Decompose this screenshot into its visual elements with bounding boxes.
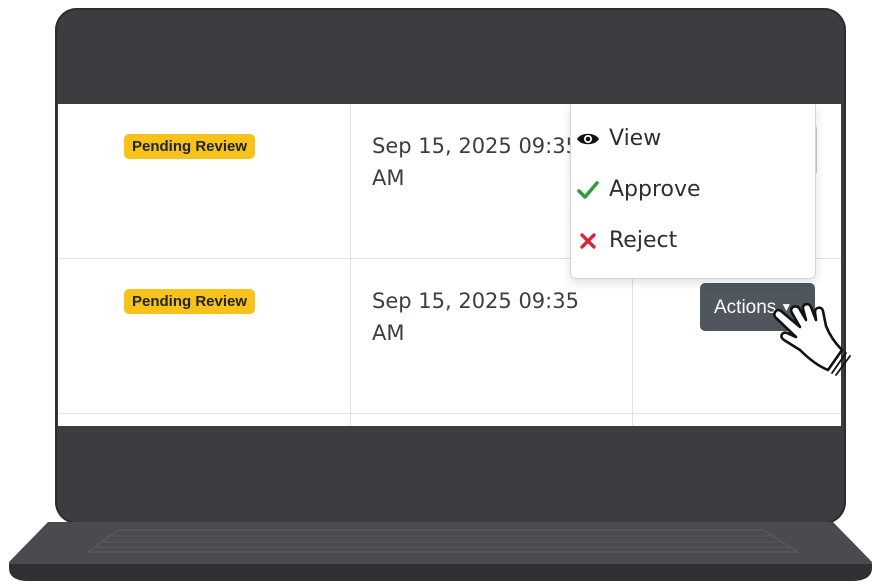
actions-button-label: Actions <box>714 297 777 318</box>
laptop-base <box>8 520 873 582</box>
check-icon <box>575 170 601 210</box>
screen: Pending Review Sep 15, 2025 09:35 AM Pen… <box>58 104 841 426</box>
actions-dropdown-menu: View Approve Reject <box>570 104 816 279</box>
column-divider <box>350 414 351 426</box>
status-badge: Pending Review <box>124 134 256 159</box>
menu-item-view[interactable]: View <box>577 119 809 159</box>
time-text: AM <box>372 321 405 345</box>
status-badge: Pending Review <box>124 289 256 314</box>
table-row <box>58 414 841 426</box>
date-text: Sep 15, 2025 09:35 <box>372 289 579 313</box>
hand-cursor-icon <box>773 302 851 376</box>
x-icon <box>575 221 601 261</box>
column-divider <box>632 259 633 413</box>
eye-icon <box>575 119 601 159</box>
menu-item-reject[interactable]: Reject <box>580 221 809 261</box>
menu-item-label: Reject <box>609 228 678 253</box>
column-divider <box>350 104 351 258</box>
menu-item-approve[interactable]: Approve <box>577 170 809 210</box>
date-cell: Sep 15, 2025 09:35 AM <box>372 285 622 349</box>
column-divider <box>350 259 351 413</box>
menu-item-label: View <box>609 126 662 151</box>
menu-item-label: Approve <box>609 177 701 202</box>
table-row: Pending Review Sep 15, 2025 09:35 AM Act… <box>58 259 841 414</box>
column-divider <box>632 414 633 426</box>
